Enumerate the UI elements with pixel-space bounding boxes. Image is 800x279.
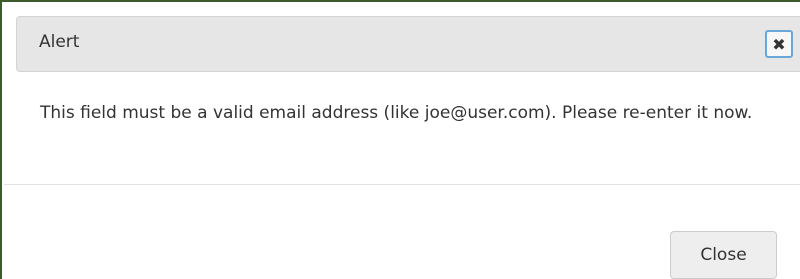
dialog-title: Alert <box>39 32 80 52</box>
close-icon[interactable]: ✖ <box>765 30 793 58</box>
dialog-divider <box>4 184 800 185</box>
alert-dialog: Alert ✖ This field must be a valid email… <box>0 0 800 279</box>
close-glyph: ✖ <box>772 34 786 54</box>
dialog-titlebar: Alert ✖ <box>16 16 800 72</box>
dialog-message: This field must be a valid email address… <box>40 103 753 123</box>
close-button[interactable]: Close <box>670 231 777 279</box>
